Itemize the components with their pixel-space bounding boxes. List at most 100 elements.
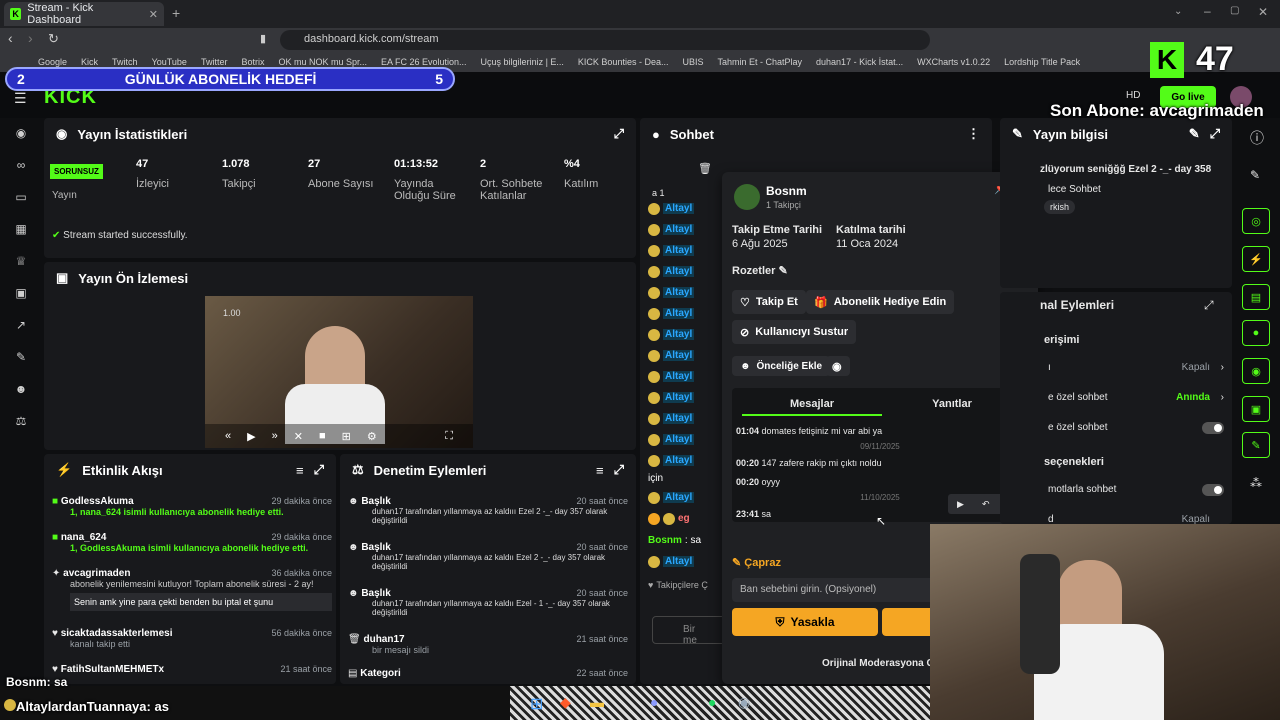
- stream-preview-video[interactable]: 1.00 « ▶ » ✕ ■ ⊞ ⚙ ⛶: [205, 296, 473, 448]
- bookmark-item[interactable]: YouTube: [152, 57, 187, 67]
- wrench-icon[interactable]: ✎: [1242, 432, 1270, 458]
- maximize-icon[interactable]: ▢: [1230, 5, 1239, 16]
- bookmark-item[interactable]: EA FC 26 Evolution...: [381, 57, 467, 67]
- bookmark-item[interactable]: Twitch: [112, 57, 138, 67]
- popout-icon[interactable]: ⤢: [614, 126, 624, 142]
- chat-bubble-icon[interactable]: ●: [1242, 320, 1270, 346]
- chat-user[interactable]: Altayl: [663, 245, 695, 256]
- tab-search-icon[interactable]: ⌄: [1174, 6, 1182, 17]
- brave-icon[interactable]: ◆: [560, 694, 571, 711]
- info-icon[interactable]: ⓘ: [1250, 128, 1264, 148]
- moderation-icon[interactable]: ⚖: [12, 414, 30, 432]
- wrench-icon[interactable]: ✎: [12, 350, 30, 368]
- menu-icon[interactable]: ☰: [14, 90, 27, 107]
- bookmark-item[interactable]: WXCharts v1.0.22: [917, 57, 990, 67]
- bookmark-item[interactable]: Tahmin Et - ChatPlay: [717, 57, 802, 67]
- chat-user[interactable]: Altayl: [663, 455, 695, 466]
- filter-icon[interactable]: ≡: [296, 463, 304, 478]
- edit-icon[interactable]: ✎: [778, 265, 787, 277]
- setting-row[interactable]: d Kapalı: [1048, 514, 1224, 524]
- activity-name[interactable]: GodlessAkuma: [61, 496, 134, 507]
- tab-messages[interactable]: Mesajlar: [742, 392, 882, 416]
- popout-icon[interactable]: ⤢: [614, 462, 624, 478]
- toggle-switch[interactable]: [1202, 422, 1224, 434]
- browser-tab[interactable]: K Stream - Kick Dashboard ✕: [4, 2, 164, 26]
- bookmark-item[interactable]: Twitter: [201, 57, 228, 67]
- back-icon[interactable]: ‹: [8, 30, 13, 46]
- stream-icon[interactable]: ◉: [12, 126, 30, 144]
- panel-icon[interactable]: ▣: [1242, 396, 1270, 422]
- popout-icon[interactable]: ⤢: [314, 462, 324, 478]
- pencil-icon[interactable]: ✎: [1250, 168, 1260, 182]
- bookmark-item[interactable]: Uçuş bilgileriniz | E...: [481, 57, 564, 67]
- activity-name[interactable]: nana_624: [61, 532, 107, 543]
- chat-user[interactable]: eg: [678, 513, 690, 524]
- lightning-icon[interactable]: ⚡: [1242, 246, 1270, 272]
- crop-icon[interactable]: ⊞: [342, 430, 351, 443]
- link-icon[interactable]: ∞: [12, 158, 30, 176]
- windows-start-icon[interactable]: ⊞: [530, 694, 543, 714]
- folder-icon[interactable]: ▬: [590, 694, 604, 710]
- follow-button[interactable]: ♡ Takip Et: [732, 290, 806, 314]
- setting-row[interactable]: e özel sohbet Anında ›: [1048, 392, 1224, 403]
- trash-icon[interactable]: 🗑: [698, 162, 712, 175]
- toggle-switch[interactable]: [1202, 484, 1224, 496]
- gift-sub-button[interactable]: 🎁 Abonelik Hediye Edin: [806, 290, 955, 314]
- chat-input[interactable]: Bir me: [652, 616, 732, 646]
- ban-button[interactable]: ⛨ Yasakla: [732, 608, 878, 636]
- chat-user[interactable]: Altayl: [663, 492, 695, 503]
- close-window-icon[interactable]: ✕: [1258, 5, 1268, 19]
- bookmark-item[interactable]: Kick: [81, 57, 98, 67]
- chat-user[interactable]: Altayl: [663, 308, 695, 319]
- eye-button[interactable]: ◉: [826, 356, 850, 376]
- popout-icon[interactable]: ⤢: [1210, 126, 1220, 142]
- users-icon[interactable]: ☻: [12, 382, 30, 400]
- play-icon[interactable]: ▶: [247, 430, 255, 443]
- chat-menu-icon[interactable]: ⋮: [967, 126, 980, 142]
- bookmark-item[interactable]: Lordship Title Pack: [1004, 57, 1080, 67]
- chat-user[interactable]: Altayl: [663, 434, 695, 445]
- address-input[interactable]: dashboard.kick.com/stream: [280, 30, 930, 50]
- chat-user[interactable]: Altayl: [663, 413, 695, 424]
- bookmark-item[interactable]: duhan17 - Kick İstat...: [816, 57, 903, 67]
- mute-icon[interactable]: ✕: [294, 430, 303, 443]
- fullscreen-icon[interactable]: ⛶: [445, 430, 453, 443]
- bookmark-item[interactable]: UBIS: [682, 57, 703, 67]
- close-tab-icon[interactable]: ✕: [149, 8, 158, 21]
- popout-icon[interactable]: ⤢: [1204, 298, 1214, 313]
- trophy-icon[interactable]: ♕: [12, 254, 30, 272]
- forward-icon[interactable]: »: [272, 430, 278, 442]
- bookmark-item[interactable]: KICK Bounties - Dea...: [578, 57, 669, 67]
- chat-user[interactable]: Altayl: [663, 203, 695, 214]
- camera-icon[interactable]: ◎: [1242, 208, 1270, 234]
- spotify-icon[interactable]: ●: [708, 694, 716, 710]
- chat-user[interactable]: Altayl: [663, 266, 695, 277]
- mute-user-button[interactable]: ⊘ Kullanıcıyı Sustur: [732, 320, 857, 344]
- chat-user[interactable]: Altayl: [663, 287, 695, 298]
- video-icon[interactable]: ▣: [12, 286, 30, 304]
- filter-icon[interactable]: ≡: [596, 463, 604, 478]
- chart-icon[interactable]: ▦: [12, 222, 30, 240]
- settings-icon[interactable]: ⚙: [367, 430, 377, 443]
- chat-user[interactable]: Altayl: [663, 556, 695, 567]
- activity-name[interactable]: FatihSultanMEHMETx: [61, 664, 164, 675]
- undo-icon[interactable]: ↶: [982, 499, 990, 510]
- original-moderation-link[interactable]: Orijinal Moderasyona Ge: [822, 658, 940, 669]
- reload-icon[interactable]: ↻: [48, 31, 59, 47]
- forward-icon[interactable]: ›: [28, 30, 33, 46]
- activity-name[interactable]: avcagrimaden: [63, 568, 130, 579]
- apps-icon[interactable]: ⁂: [1250, 476, 1262, 490]
- broadcast-icon[interactable]: ◉: [1242, 358, 1270, 384]
- chat-user[interactable]: Altayl: [663, 350, 695, 361]
- activity-name[interactable]: sicaktadassakterlemesi: [61, 628, 173, 639]
- bookmark-item[interactable]: Google: [38, 57, 67, 67]
- play-icon[interactable]: ▶: [957, 499, 964, 510]
- analytics-icon[interactable]: ↗: [12, 318, 30, 336]
- chat-user[interactable]: Altayl: [663, 392, 695, 403]
- chat-user[interactable]: Altayl: [663, 371, 695, 382]
- setting-row[interactable]: ı Kapalı ›: [1048, 362, 1224, 373]
- edit-icon[interactable]: ✎: [1189, 126, 1200, 142]
- chat-user[interactable]: Altayl: [663, 329, 695, 340]
- bookmark-star-icon[interactable]: ▮: [260, 32, 266, 45]
- bookmark-item[interactable]: OK mu NOK mu Spr...: [278, 57, 367, 67]
